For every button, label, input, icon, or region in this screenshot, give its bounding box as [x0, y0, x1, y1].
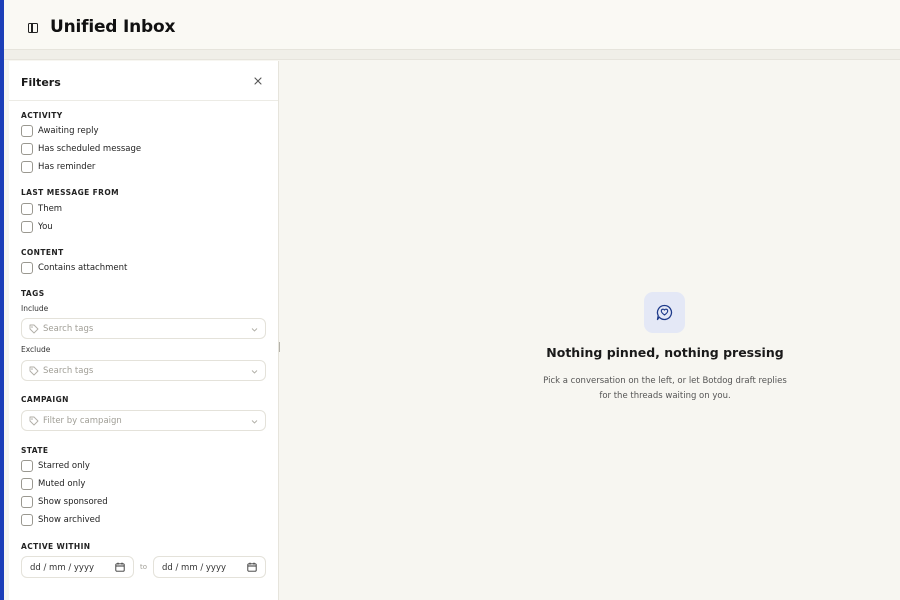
- empty-state-description-line: for the threads waiting on you.: [599, 391, 731, 401]
- date-to-input[interactable]: dd / mm / yyyy: [153, 556, 266, 578]
- date-from-input[interactable]: dd / mm / yyyy: [21, 556, 134, 578]
- calendar-icon[interactable]: [115, 562, 125, 572]
- campaign-placeholder: Filter by campaign: [43, 416, 122, 426]
- sidebar-toggle-icon[interactable]: [28, 23, 38, 33]
- filter-show-sponsored[interactable]: Show sponsored: [21, 495, 108, 509]
- date-range-separator: to: [140, 563, 148, 571]
- section-label-active-within: ACTIVE WITHIN: [21, 542, 91, 551]
- page-title: Unified Inbox: [50, 17, 176, 37]
- calendar-icon[interactable]: [247, 562, 257, 572]
- chevron-down-icon: [251, 328, 258, 332]
- section-label-campaign: CAMPAIGN: [21, 395, 69, 404]
- conversation-pane: Nothing pinned, nothing pressing Pick a …: [280, 61, 900, 600]
- filter-has-reminder[interactable]: Has reminder: [21, 160, 95, 174]
- filter-contains-attachment[interactable]: Contains attachment: [21, 261, 127, 275]
- filter-label: Has scheduled message: [38, 144, 142, 154]
- close-icon[interactable]: [252, 75, 264, 87]
- filter-label: You: [38, 222, 53, 232]
- date-from-placeholder: dd / mm / yyyy: [30, 563, 95, 573]
- filter-label: Contains attachment: [38, 263, 128, 273]
- exclude-tags-select[interactable]: Search tags: [21, 360, 266, 381]
- section-label-state: STATE: [21, 446, 49, 455]
- filter-label: Muted only: [38, 479, 86, 489]
- empty-state-description-line: Pick a conversation on the left, or let …: [543, 376, 787, 386]
- include-tags-placeholder: Search tags: [43, 324, 94, 334]
- tag-icon: [29, 366, 39, 376]
- filter-them[interactable]: Them: [21, 202, 62, 216]
- date-to-placeholder: dd / mm / yyyy: [162, 563, 227, 573]
- checkbox[interactable]: [21, 460, 33, 472]
- filter-show-archived[interactable]: Show archived: [21, 513, 100, 527]
- checkbox[interactable]: [21, 125, 33, 137]
- filter-starred-only[interactable]: Starred only: [21, 459, 90, 473]
- filter-muted-only[interactable]: Muted only: [21, 477, 85, 491]
- checkbox[interactable]: [21, 478, 33, 490]
- top-bar: Unified Inbox: [4, 0, 900, 50]
- filter-has-scheduled-message[interactable]: Has scheduled message: [21, 142, 141, 156]
- toolbar-strip: [4, 50, 900, 60]
- filters-header: Filters: [9, 61, 278, 101]
- accent-bar: [0, 0, 4, 600]
- checkbox[interactable]: [21, 203, 33, 215]
- filter-label: Show archived: [38, 515, 101, 525]
- filters-panel: Filters ACTIVITY Awaiting reply Has sche…: [9, 61, 279, 600]
- filter-label: Show sponsored: [38, 497, 108, 507]
- checkbox[interactable]: [21, 514, 33, 526]
- filters-title: Filters: [21, 76, 61, 89]
- filter-you[interactable]: You: [21, 220, 53, 234]
- tag-icon: [29, 416, 39, 426]
- exclude-tags-placeholder: Search tags: [43, 366, 94, 376]
- section-label-tags: TAGS: [21, 289, 45, 298]
- chat-heart-icon: [656, 304, 673, 321]
- filter-label: Starred only: [38, 461, 90, 471]
- checkbox[interactable]: [21, 221, 33, 233]
- exclude-label: Exclude: [21, 345, 51, 354]
- include-label: Include: [21, 304, 49, 313]
- checkbox[interactable]: [21, 161, 33, 173]
- chevron-down-icon: [251, 370, 258, 374]
- empty-state-icon-tile: [644, 292, 685, 333]
- checkbox[interactable]: [21, 143, 33, 155]
- include-tags-select[interactable]: Search tags: [21, 318, 266, 339]
- tag-icon: [29, 324, 39, 334]
- checkbox[interactable]: [21, 262, 33, 274]
- campaign-select[interactable]: Filter by campaign: [21, 410, 266, 431]
- empty-state-description: Pick a conversation on the left, or let …: [280, 374, 900, 404]
- chevron-down-icon: [251, 420, 258, 424]
- section-label-last-message-from: LAST MESSAGE FROM: [21, 188, 119, 197]
- checkbox[interactable]: [21, 496, 33, 508]
- filter-label: Them: [38, 204, 63, 214]
- section-label-content: CONTENT: [21, 248, 64, 257]
- filter-awaiting-reply[interactable]: Awaiting reply: [21, 124, 99, 138]
- filter-label: Awaiting reply: [38, 126, 99, 136]
- filter-label: Has reminder: [38, 162, 96, 172]
- empty-state-title: Nothing pinned, nothing pressing: [546, 345, 784, 360]
- section-label-activity: ACTIVITY: [21, 111, 63, 120]
